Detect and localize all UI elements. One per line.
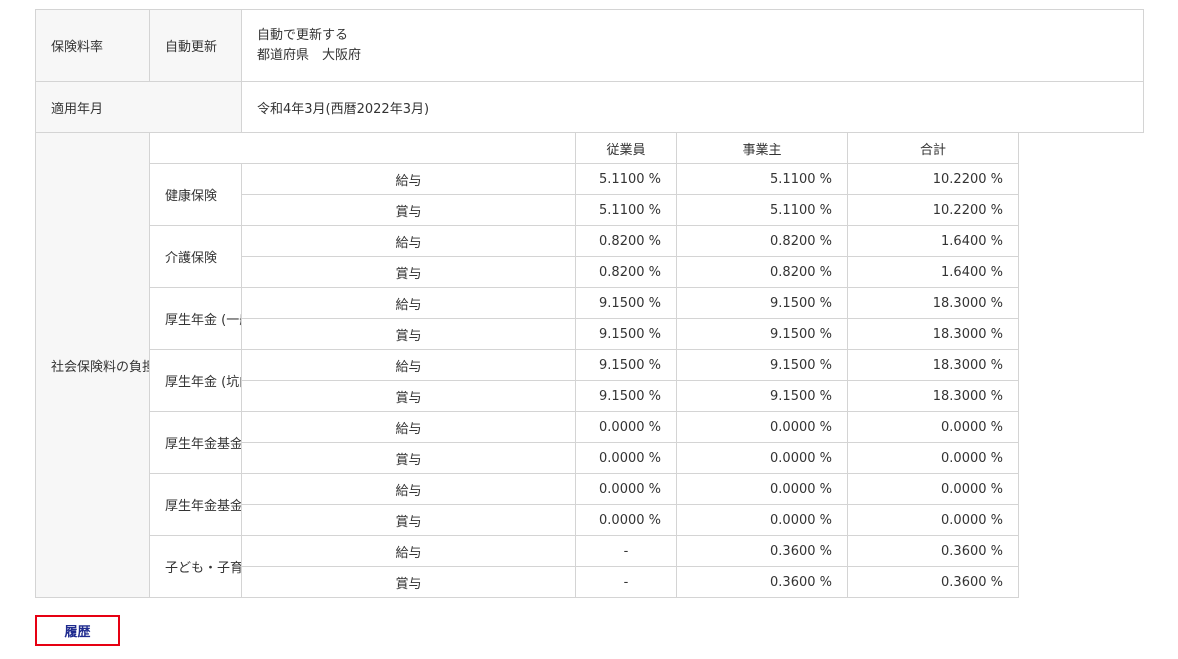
pay-type-label: 賞与 — [241, 318, 576, 350]
contribution-rate-label: 社会保険料の負担 (掛金) 率 — [35, 132, 150, 598]
total-rate: 0.0000 % — [847, 442, 1019, 474]
rate-row: 厚生年金基金 (坑内員)給与0.0000 %0.0000 %0.0000 % — [36, 473, 1144, 536]
insurance-rate-label: 保険料率 — [35, 9, 150, 82]
applicable-month-label: 適用年月 — [35, 81, 242, 133]
employee-rate: 0.8200 % — [575, 256, 677, 288]
employer-rate: 9.1500 % — [676, 318, 848, 350]
pay-type-label: 給与 — [241, 349, 576, 381]
employee-rate: 0.0000 % — [575, 473, 677, 505]
employer-rate: 0.3600 % — [676, 535, 848, 567]
employee-rate: 5.1100 % — [575, 163, 677, 195]
employee-rate: - — [575, 566, 677, 598]
rate-column-header-row: 社会保険料の負担 (掛金) 率 従業員 事業主 合計 — [35, 132, 1144, 598]
employer-rate: 0.0000 % — [676, 504, 848, 536]
column-header-employee: 従業員 — [575, 132, 677, 164]
employer-rate: 9.1500 % — [676, 287, 848, 319]
insurance-rate-table: 保険料率 自動更新 自動で更新する 都道府県 大阪府 適用年月 令和4年3月(西… — [35, 9, 1145, 598]
pay-type-label: 賞与 — [241, 194, 576, 226]
pay-type-label: 賞与 — [241, 504, 576, 536]
column-header-blank — [149, 132, 576, 164]
employee-rate: 0.8200 % — [575, 225, 677, 257]
pay-type-label: 賞与 — [241, 380, 576, 412]
rate-row: 介護保険 給与 0.8200 % 0.8200 % 1.6400 % — [36, 225, 1144, 288]
applicable-month-value: 令和4年3月(西暦2022年3月) — [240, 81, 1145, 133]
pay-type-label: 給与 — [241, 535, 576, 567]
pay-type-label: 賞与 — [241, 566, 576, 598]
employer-rate: 0.0000 % — [676, 473, 848, 505]
rate-row: 子ども・子育て拠出金給与-0.3600 %0.3600 % — [36, 535, 1144, 598]
insurance-type-health-insurance: 健康保険 — [149, 163, 242, 226]
total-rate: 18.3000 % — [847, 287, 1019, 319]
pay-type-label: 給与 — [241, 411, 576, 443]
total-rate: 18.3000 % — [847, 318, 1019, 350]
employer-rate: 9.1500 % — [676, 380, 848, 412]
total-rate: 10.2200 % — [847, 194, 1019, 226]
total-rate: 18.3000 % — [847, 380, 1019, 412]
history-button[interactable]: 履歴 — [35, 615, 120, 646]
employee-rate: - — [575, 535, 677, 567]
pay-type-label: 給与 — [241, 163, 576, 195]
column-header-employer: 事業主 — [676, 132, 848, 164]
pay-type-label: 給与 — [241, 287, 576, 319]
pay-type-label: 給与 — [241, 473, 576, 505]
employer-rate: 0.8200 % — [676, 225, 848, 257]
column-header-total: 合計 — [847, 132, 1019, 164]
auto-update-value: 自動で更新する — [257, 27, 349, 43]
employer-rate: 0.0000 % — [676, 411, 848, 443]
pay-type-label: 賞与 — [241, 442, 576, 474]
insurance-type-welfare-pension-general: 厚生年金 (一般) — [149, 287, 242, 350]
rate-row: 厚生年金 (一般)給与9.1500 %9.1500 %18.3000 % — [36, 287, 1144, 350]
total-rate: 18.3000 % — [847, 349, 1019, 381]
employee-rate: 0.0000 % — [575, 504, 677, 536]
employer-rate: 5.1100 % — [676, 163, 848, 195]
total-rate: 0.3600 % — [847, 535, 1019, 567]
total-rate: 0.0000 % — [847, 473, 1019, 505]
applicable-month-row: 適用年月 令和4年3月(西暦2022年3月) — [35, 81, 1145, 133]
employee-rate: 5.1100 % — [575, 194, 677, 226]
insurance-type-nursing-care-insurance: 介護保険 — [149, 225, 242, 288]
employee-rate: 9.1500 % — [575, 380, 677, 412]
pay-type-label: 給与 — [241, 225, 576, 257]
employer-rate: 0.3600 % — [676, 566, 848, 598]
rate-row: 厚生年金 (坑内員)給与9.1500 %9.1500 %18.3000 % — [36, 349, 1144, 412]
auto-update-label: 自動更新 — [149, 9, 242, 82]
total-rate: 0.0000 % — [847, 411, 1019, 443]
insurance-type-child-support-contribution: 子ども・子育て拠出金 — [149, 535, 242, 598]
insurance-type-pension-fund-general: 厚生年金基金 (一般) — [149, 411, 242, 474]
total-rate: 10.2200 % — [847, 163, 1019, 195]
auto-update-cell: 自動で更新する 都道府県 大阪府 — [240, 9, 1145, 82]
prefecture-value: 都道府県 大阪府 — [257, 47, 362, 63]
employer-rate: 5.1100 % — [676, 194, 848, 226]
employer-rate: 0.8200 % — [676, 256, 848, 288]
rate-row: 厚生年金基金 (一般)給与0.0000 %0.0000 %0.0000 % — [36, 411, 1144, 474]
total-rate: 1.6400 % — [847, 225, 1019, 257]
employer-rate: 0.0000 % — [676, 442, 848, 474]
employee-rate: 9.1500 % — [575, 349, 677, 381]
pay-type-label: 賞与 — [241, 256, 576, 288]
total-rate: 0.3600 % — [847, 566, 1019, 598]
rate-row: 健康保険 給与 5.1100 % 5.1100 % 10.2200 % — [36, 163, 1144, 226]
employee-rate: 9.1500 % — [575, 287, 677, 319]
employee-rate: 9.1500 % — [575, 318, 677, 350]
total-rate: 1.6400 % — [847, 256, 1019, 288]
insurance-type-welfare-pension-miner: 厚生年金 (坑内員) — [149, 349, 242, 412]
employee-rate: 0.0000 % — [575, 442, 677, 474]
insurance-rate-row: 保険料率 自動更新 自動で更新する 都道府県 大阪府 — [35, 9, 1145, 82]
insurance-type-pension-fund-miner: 厚生年金基金 (坑内員) — [149, 473, 242, 536]
employee-rate: 0.0000 % — [575, 411, 677, 443]
total-rate: 0.0000 % — [847, 504, 1019, 536]
employer-rate: 9.1500 % — [676, 349, 848, 381]
